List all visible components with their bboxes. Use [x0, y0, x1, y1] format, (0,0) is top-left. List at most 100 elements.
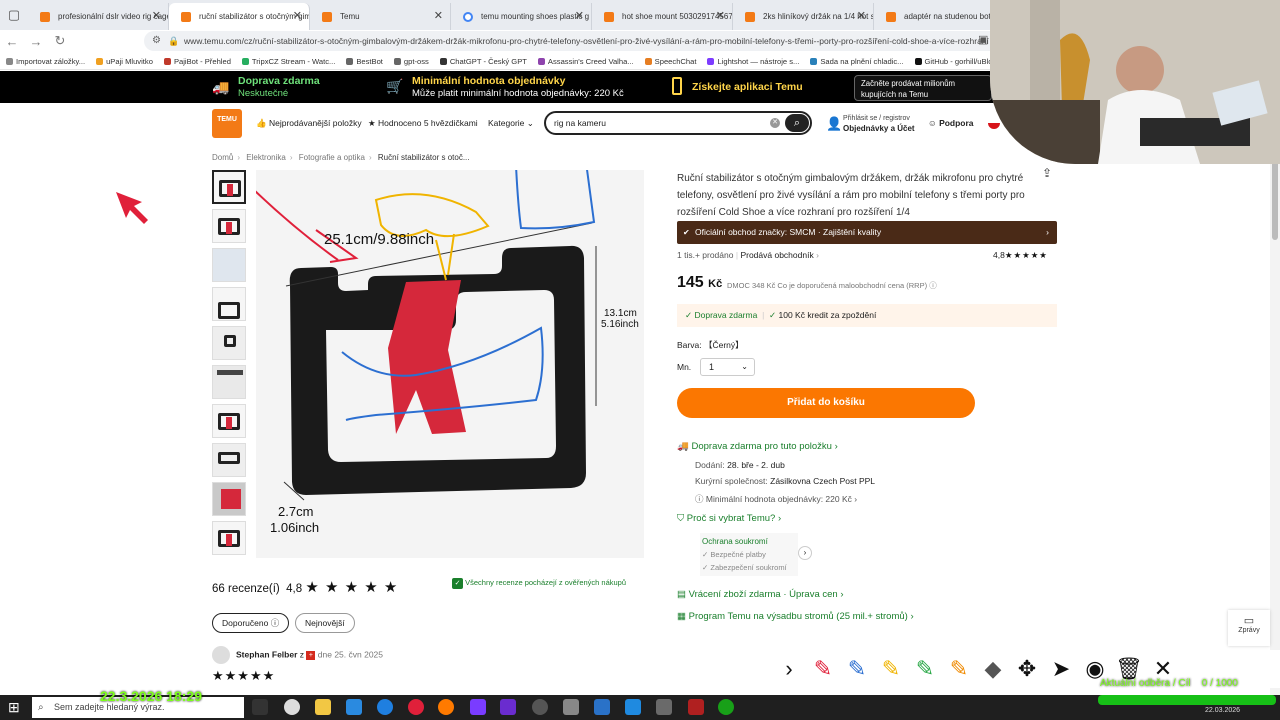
clear-search-icon[interactable]: ✕	[770, 118, 780, 128]
url-bar[interactable]: ⚙ 🔒 www.temu.com/cz/ruční-stabilizátor-s…	[144, 31, 1004, 51]
bookmark-item[interactable]: ChatGPT - Český GPT	[439, 57, 527, 66]
promo-free-shipping[interactable]: Doprava zdarma Neskutečné	[238, 75, 320, 100]
reload-icon[interactable]: ↻	[48, 33, 72, 49]
pen-yellow-icon[interactable]: ✎	[874, 652, 908, 686]
promo-app[interactable]: Získejte aplikaci Temu	[692, 81, 803, 94]
firefox-icon[interactable]	[438, 699, 454, 715]
site-info-icon[interactable]: ⚙	[152, 31, 161, 51]
bookmark-item[interactable]: PajiBot - Přehled	[163, 57, 231, 66]
close-icon[interactable]: ✕	[293, 3, 302, 30]
chevron-right-icon[interactable]: ›	[798, 546, 812, 560]
thumbnail[interactable]	[212, 287, 246, 321]
bookmark-item[interactable]: gpt-oss	[393, 57, 429, 66]
tree-program-link[interactable]: ▦ Program Temu na výsadbu stromů (25 mil…	[677, 611, 914, 622]
thumbnail[interactable]	[212, 248, 246, 282]
scroll-thumb[interactable]	[1272, 160, 1278, 240]
bookmark-item[interactable]: Importovat záložky...	[6, 57, 85, 66]
browser-tab[interactable]: hot shoe mount 503029174567 ✕	[592, 3, 733, 30]
app-icon[interactable]	[625, 699, 641, 715]
app-icon[interactable]	[688, 699, 704, 715]
privacy-card[interactable]: Ochrana soukromí ✓ Bezpečné platby ✓ Zabez…	[700, 533, 798, 576]
thumbnail[interactable]	[212, 521, 246, 555]
cursor-icon[interactable]: ➤	[1044, 652, 1078, 686]
thumbnail[interactable]	[212, 170, 246, 204]
info-icon[interactable]: ⓘ	[929, 281, 937, 290]
close-icon[interactable]: ✕	[716, 3, 725, 30]
chrome-icon[interactable]	[346, 699, 362, 715]
search-input[interactable]: rig na kameru ✕ ⌕	[544, 111, 812, 135]
edge-icon[interactable]	[377, 699, 393, 715]
breadcrumb-home[interactable]: Domů	[212, 153, 233, 162]
pen-red-icon[interactable]: ✎	[806, 652, 840, 686]
bookmark-item[interactable]: Assassin's Creed Valha...	[537, 57, 634, 66]
rating-summary[interactable]: 4,8★★★★★	[993, 250, 1048, 261]
thumbnail[interactable]	[212, 482, 246, 516]
flag-cz-icon[interactable]	[988, 117, 1000, 129]
bookmark-item[interactable]: Sada na plnění chladic...	[810, 57, 904, 66]
bookmark-item[interactable]: Lightshot — nástroje s...	[707, 57, 799, 66]
forward-icon[interactable]: →	[24, 34, 48, 49]
obs-icon[interactable]	[532, 699, 548, 715]
collapse-toolbar-icon[interactable]: ›	[772, 652, 806, 686]
pen-blue-icon[interactable]: ✎	[840, 652, 874, 686]
close-icon[interactable]: ✕	[575, 3, 584, 30]
quantity-select[interactable]: 1 ⌄	[700, 358, 755, 376]
nav-categories[interactable]: Kategorie ⌄	[488, 118, 534, 129]
app-icon[interactable]	[656, 699, 672, 715]
clock-app-icon[interactable]	[284, 699, 300, 715]
eraser-icon[interactable]: ◆	[976, 652, 1010, 686]
move-icon[interactable]: ✥	[1010, 652, 1044, 686]
windows-start-icon[interactable]: ⊞	[8, 699, 20, 716]
opera-icon[interactable]	[408, 699, 424, 715]
nav-five-star[interactable]: ★ Hodnoceno 5 hvězdičkami	[368, 118, 478, 129]
nav-support[interactable]: ☺ Podpora	[928, 118, 974, 128]
highlighter-icon[interactable]: ✎	[942, 652, 976, 686]
search-icon[interactable]: ⌕	[785, 114, 809, 132]
nav-best-sellers[interactable]: 👍 Nejprodávanější položky	[256, 118, 362, 129]
promo-min-order[interactable]: Minimální hodnota objednávky Může platit …	[412, 75, 624, 100]
thumbnail[interactable]	[212, 326, 246, 360]
temu-logo[interactable]: TEMU	[212, 109, 242, 138]
extensions-icon[interactable]: ▣	[978, 33, 988, 46]
tab-menu-icon[interactable]: ▢	[0, 0, 28, 30]
bookmark-item[interactable]: uPaji Mluvitko	[96, 57, 153, 66]
bookmark-item[interactable]: TripxCZ Stream - Watc...	[241, 57, 335, 66]
back-icon[interactable]: ←	[0, 34, 24, 49]
app-icon[interactable]	[718, 699, 734, 715]
app-icon[interactable]	[500, 699, 516, 715]
returns-link[interactable]: ▤ Vrácení zboží zdarma · Úprava cen ›	[677, 589, 844, 600]
share-icon[interactable]: ⇪	[1042, 166, 1052, 180]
free-shipping-link[interactable]: 🚚 Doprava zdarma pro tuto položku ›	[677, 441, 838, 452]
thumbnail[interactable]	[212, 209, 246, 243]
why-temu-link[interactable]: ⛉ Proč si vybrat Temu? ›	[677, 513, 781, 524]
pen-green-icon[interactable]: ✎	[908, 652, 942, 686]
browser-tab[interactable]: Temu ✕	[310, 3, 451, 30]
thumbnail[interactable]	[212, 443, 246, 477]
breadcrumb-photo[interactable]: Fotografie a optika	[299, 153, 365, 162]
sell-on-temu-banner[interactable]: Začněte prodávat milionům kupujících na …	[854, 75, 992, 101]
messages-button[interactable]: ▭ Zprávy	[1228, 610, 1270, 646]
bookmark-item[interactable]: BestBot	[346, 57, 383, 66]
sort-newest-button[interactable]: Nejnovější	[295, 613, 355, 633]
task-view-icon[interactable]	[252, 699, 268, 715]
account-menu[interactable]: Přihlásit se / registrov Objednávky a Úče…	[843, 114, 915, 135]
close-icon[interactable]: ✕	[152, 3, 161, 30]
browser-tab-active[interactable]: ruční stabilizátor s otočným gim ✕	[169, 3, 310, 30]
bookmark-item[interactable]: SpeechChat	[644, 57, 696, 66]
browser-tab[interactable]: 2ks hliníkový držák na 1/4 hot s ✕	[733, 3, 874, 30]
breadcrumb-electronics[interactable]: Elektronika	[246, 153, 286, 162]
official-store-banner[interactable]: Oficiální obchod značky: SMCM · Zajištěn…	[677, 221, 1057, 244]
close-icon[interactable]: ✕	[434, 3, 443, 30]
close-icon[interactable]: ✕	[857, 3, 866, 30]
min-order-info[interactable]: ⓘ Minimální hodnota objednávky: 220 Kč ›	[695, 493, 857, 505]
product-main-image[interactable]: 25.1cm/9.88inch 13.1cm 5.16inch 2.7cm 1.…	[253, 109, 644, 558]
thumbnail[interactable]	[212, 365, 246, 399]
browser-tab[interactable]: profesionální dslr video rig cage ✕	[28, 3, 169, 30]
app-icon[interactable]	[563, 699, 579, 715]
browser-tab[interactable]: temu mounting shoes plastic g ✕	[451, 3, 592, 30]
app-icon[interactable]	[594, 699, 610, 715]
thumbnail[interactable]	[212, 404, 246, 438]
add-to-cart-button[interactable]: Přidat do košíku	[677, 388, 975, 418]
sort-recommended-button[interactable]: Doporučeno ⓘ	[212, 613, 290, 633]
app-icon[interactable]	[470, 699, 486, 715]
